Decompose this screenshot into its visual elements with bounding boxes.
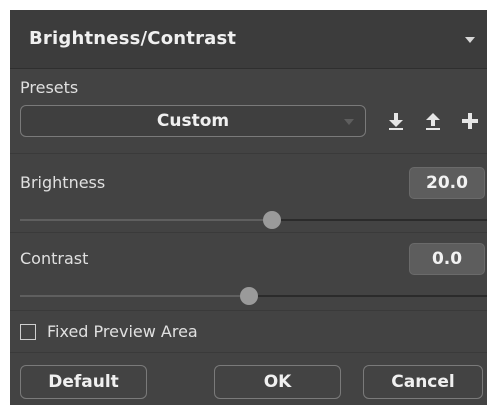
section-divider xyxy=(10,232,487,233)
preset-selected-value: Custom xyxy=(156,111,230,131)
chevron-down-icon xyxy=(344,119,354,125)
contrast-track-filled xyxy=(20,295,249,297)
cancel-button[interactable]: Cancel xyxy=(363,365,483,399)
contrast-value-field[interactable]: 0.0 xyxy=(409,243,485,275)
collapse-caret-icon[interactable] xyxy=(465,37,475,43)
brightness-contrast-panel: Brightness/Contrast Presets Custom Brigh… xyxy=(10,10,487,405)
presets-label: Presets xyxy=(20,78,79,97)
contrast-slider[interactable] xyxy=(10,286,487,306)
brightness-label: Brightness xyxy=(20,173,106,192)
upload-icon[interactable] xyxy=(422,110,444,132)
section-divider xyxy=(10,310,487,311)
contrast-track-empty xyxy=(249,295,487,297)
panel-title: Brightness/Contrast xyxy=(29,28,237,49)
plus-icon[interactable] xyxy=(459,110,481,132)
panel-header[interactable]: Brightness/Contrast xyxy=(10,10,487,69)
fixed-preview-label: Fixed Preview Area xyxy=(47,322,198,341)
contrast-label: Contrast xyxy=(20,249,89,268)
brightness-value-field[interactable]: 20.0 xyxy=(409,167,485,199)
brightness-slider[interactable] xyxy=(10,210,487,230)
section-divider xyxy=(10,352,487,353)
ok-button[interactable]: OK xyxy=(214,365,341,399)
section-divider xyxy=(10,153,487,154)
download-icon[interactable] xyxy=(385,110,407,132)
fixed-preview-checkbox[interactable] xyxy=(20,324,36,340)
presets-dropdown[interactable]: Custom xyxy=(20,105,366,137)
contrast-slider-thumb[interactable] xyxy=(240,287,258,305)
brightness-track-empty xyxy=(272,219,487,221)
brightness-slider-thumb[interactable] xyxy=(263,211,281,229)
brightness-track-filled xyxy=(20,219,272,221)
default-button[interactable]: Default xyxy=(20,365,147,399)
